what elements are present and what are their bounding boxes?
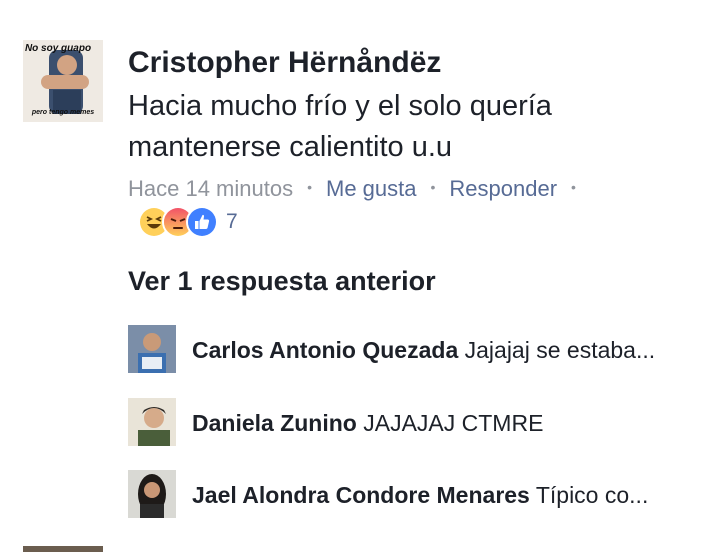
- meme-top-text: No soy guapo: [24, 43, 92, 54]
- reactions-summary[interactable]: 7: [138, 205, 238, 239]
- like-icon: [186, 206, 218, 238]
- view-previous-replies[interactable]: Ver 1 respuesta anterior: [128, 266, 436, 297]
- reply-link[interactable]: Responder: [449, 176, 557, 202]
- reply-line: Daniela Zunino JAJAJAJ CTMRE: [192, 410, 543, 437]
- reply-text: JAJAJAJ CTMRE: [363, 410, 544, 436]
- reaction-count: 7: [226, 210, 238, 233]
- reply-text: Jajajaj se estaba...: [464, 337, 656, 363]
- separator-dot: •: [430, 179, 436, 195]
- reply-text: Típico co...: [535, 482, 649, 508]
- reply-author[interactable]: Carlos Antonio Quezada: [192, 337, 458, 363]
- like-link[interactable]: Me gusta: [326, 176, 417, 202]
- separator-dot: •: [571, 179, 576, 195]
- reply-line: Carlos Antonio Quezada Jajajaj se estaba…: [192, 337, 655, 364]
- reply-author[interactable]: Jael Alondra Condore Menares: [192, 482, 530, 508]
- reply-line: Jael Alondra Condore Menares Típico co..…: [192, 482, 648, 509]
- commenter-avatar[interactable]: No soy guapo pero tengo memes: [23, 40, 103, 122]
- reply-avatar[interactable]: [128, 325, 176, 373]
- comment-meta: Hace 14 minutos • Me gusta • Responder •: [128, 176, 590, 202]
- meme-bottom-text: pero tengo memes: [31, 109, 95, 116]
- comment-author[interactable]: Cristopher Hërnåndëz: [128, 46, 441, 80]
- next-comment-avatar[interactable]: [23, 546, 103, 552]
- reply-avatar[interactable]: [128, 470, 176, 518]
- separator-dot: •: [307, 179, 312, 195]
- reply-author[interactable]: Daniela Zunino: [192, 410, 357, 436]
- reply-avatar[interactable]: [128, 398, 176, 446]
- comment-text: Hacia mucho frío y el solo quería manten…: [128, 90, 552, 163]
- comment-time[interactable]: Hace 14 minutos: [128, 176, 293, 202]
